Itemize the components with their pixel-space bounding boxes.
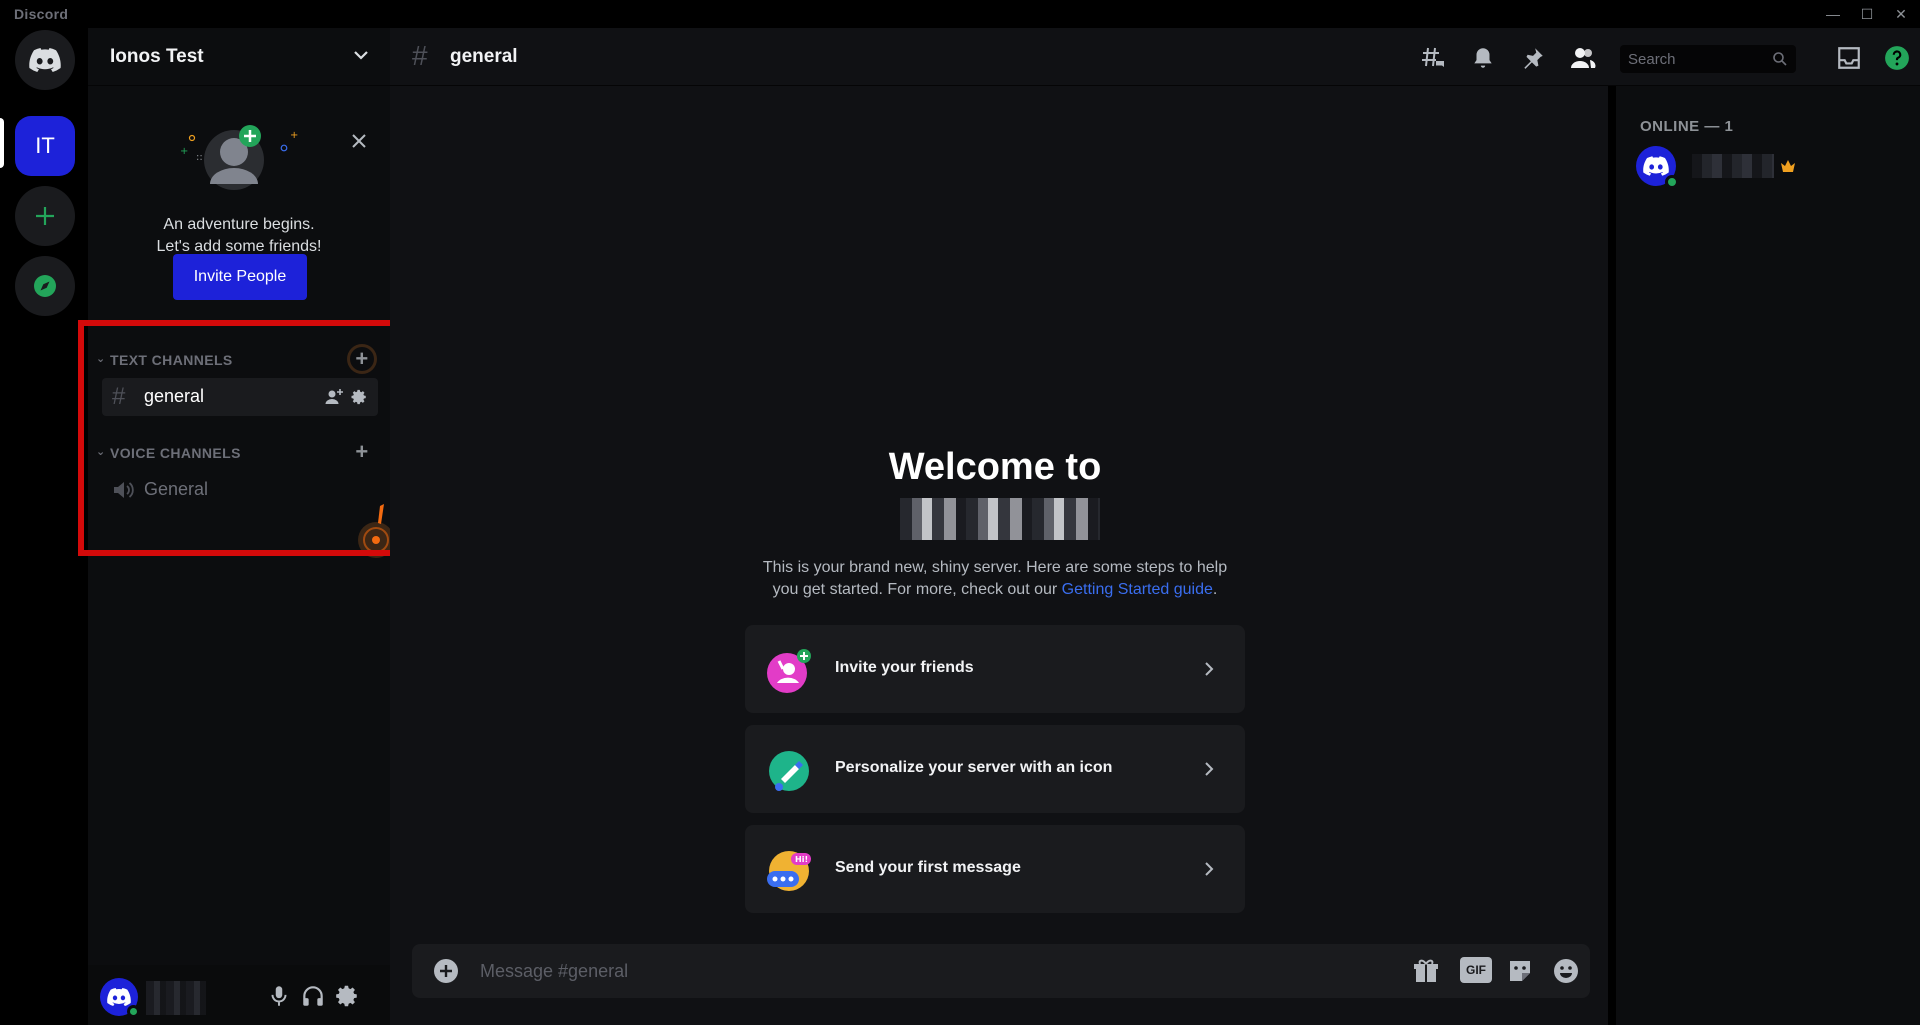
online-status-dot (127, 1005, 140, 1018)
server-rail: IT (0, 28, 88, 1025)
member-list-icon[interactable] (1570, 45, 1596, 71)
gift-icon[interactable] (1412, 957, 1440, 985)
step-invite-friends[interactable]: Invite your friends (745, 625, 1245, 713)
gif-button[interactable]: GIF (1460, 957, 1492, 983)
maximize-button[interactable]: ☐ (1856, 3, 1878, 25)
welcome-title: Welcome to (888, 446, 1102, 488)
online-status-dot (1665, 175, 1679, 189)
server-name-redacted (900, 498, 1100, 540)
search-input[interactable] (1620, 45, 1770, 73)
step-personalize-server[interactable]: Personalize your server with an icon (745, 725, 1245, 813)
sticker-icon[interactable] (1506, 957, 1534, 985)
app-name: Discord (14, 6, 69, 22)
server-icon-ionos-test[interactable]: IT (15, 116, 75, 176)
threads-icon[interactable] (1420, 45, 1446, 71)
add-server-button[interactable] (15, 186, 75, 246)
member-list: ONLINE — 1 (1616, 86, 1920, 1025)
explore-servers-button[interactable] (15, 256, 75, 316)
home-button[interactable] (15, 30, 75, 90)
invite-card: + :: + An adventure begins. Let's add so… (88, 98, 390, 338)
close-icon[interactable] (348, 130, 370, 152)
svg-text:::: :: (196, 152, 203, 163)
svg-text:Hi!: Hi! (795, 855, 808, 864)
search-box[interactable] (1620, 45, 1796, 73)
inbox-icon[interactable] (1836, 45, 1862, 71)
personalize-icon (769, 751, 809, 791)
plus-icon (36, 207, 54, 225)
discord-logo-icon (29, 48, 61, 72)
chevron-right-icon (1205, 662, 1214, 676)
getting-started-link[interactable]: Getting Started guide (1062, 581, 1213, 598)
add-attachment-icon[interactable] (432, 957, 460, 985)
channel-title: general (450, 46, 518, 67)
server-initials: IT (35, 133, 55, 158)
step-label: Personalize your server with an icon (835, 759, 1113, 776)
chat-header: # general (390, 28, 1920, 86)
chevron-right-icon (1205, 862, 1214, 876)
member-name-redacted (1692, 154, 1774, 178)
discord-logo-icon (1643, 156, 1669, 176)
adventure-illustration: + :: + (180, 125, 298, 190)
chevron-right-icon (1205, 762, 1214, 776)
invite-card-line1: An adventure begins. (163, 216, 315, 233)
close-window-button[interactable]: ✕ (1890, 3, 1912, 25)
svg-text:+: + (290, 130, 298, 141)
search-icon (1773, 52, 1787, 66)
message-composer: GIF (412, 944, 1590, 998)
first-message-icon: Hi! (767, 851, 811, 891)
welcome-line2: you get started. For more, check out our… (772, 581, 1218, 598)
online-header: ONLINE — 1 (1640, 118, 1734, 135)
server-name: Ionos Test (110, 46, 204, 67)
step-send-first-message[interactable]: Hi! Send your first message (745, 825, 1245, 913)
headphones-icon[interactable] (300, 983, 326, 1009)
help-icon[interactable] (1884, 45, 1910, 71)
minimize-button[interactable]: — (1822, 3, 1844, 25)
server-header[interactable]: Ionos Test (88, 28, 390, 86)
chevron-down-icon (354, 51, 368, 60)
invite-people-button[interactable]: Invite People (173, 254, 307, 300)
compass-icon (34, 275, 56, 297)
discord-logo-icon (107, 988, 131, 1006)
microphone-icon[interactable] (266, 983, 292, 1009)
text-channel-icon: # (412, 40, 428, 71)
invite-friends-icon (767, 649, 811, 693)
welcome-line1: This is your brand new, shiny server. He… (762, 559, 1228, 576)
step-label: Invite your friends (835, 659, 974, 676)
avatar[interactable] (100, 978, 140, 1018)
member-item[interactable] (1636, 144, 1896, 189)
welcome-description: This is your brand new, shiny server. He… (390, 557, 1600, 601)
pin-icon[interactable] (1520, 45, 1546, 71)
user-panel (88, 965, 390, 1025)
step-label: Send your first message (835, 859, 1021, 876)
chat-area: # general Welcome (390, 28, 1920, 1025)
username-redacted (146, 981, 206, 1015)
crown-icon (1781, 160, 1795, 172)
emoji-icon[interactable] (1552, 957, 1580, 985)
title-bar: Discord — ☐ ✕ (0, 0, 1920, 28)
active-server-indicator (0, 118, 4, 168)
message-input[interactable] (480, 944, 1330, 998)
settings-gear-icon[interactable] (334, 983, 360, 1009)
bell-icon[interactable] (1470, 45, 1496, 71)
avatar (1636, 146, 1679, 189)
annotation-highlight-box (78, 320, 423, 556)
svg-text:+: + (180, 146, 188, 157)
